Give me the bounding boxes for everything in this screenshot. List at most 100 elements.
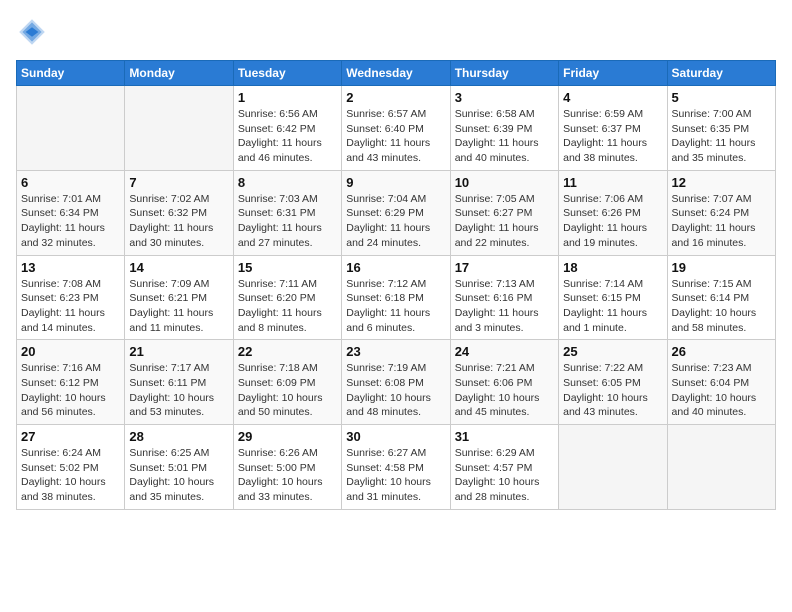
- calendar-cell: 24 Sunrise: 7:21 AMSunset: 6:06 PMDayligh…: [450, 340, 558, 425]
- day-info: Sunrise: 6:56 AMSunset: 6:42 PMDaylight:…: [238, 107, 337, 166]
- day-info: Sunrise: 7:14 AMSunset: 6:15 PMDaylight:…: [563, 277, 662, 336]
- day-number: 23: [346, 344, 445, 359]
- calendar-cell: 17 Sunrise: 7:13 AMSunset: 6:16 PMDayligh…: [450, 255, 558, 340]
- day-info: Sunrise: 6:25 AMSunset: 5:01 PMDaylight:…: [129, 446, 228, 505]
- calendar-cell: 8 Sunrise: 7:03 AMSunset: 6:31 PMDaylight…: [233, 170, 341, 255]
- day-number: 11: [563, 175, 662, 190]
- day-number: 18: [563, 260, 662, 275]
- calendar-cell: 3Sunrise: 6:58 AMSunset: 6:39 PMDaylight…: [450, 86, 558, 171]
- calendar-cell: 7 Sunrise: 7:02 AMSunset: 6:32 PMDaylight…: [125, 170, 233, 255]
- day-number: 1: [238, 90, 337, 105]
- day-number: 13: [21, 260, 120, 275]
- calendar-cell: 12 Sunrise: 7:07 AMSunset: 6:24 PMDayligh…: [667, 170, 775, 255]
- day-info: Sunrise: 7:13 AMSunset: 6:16 PMDaylight:…: [455, 277, 554, 336]
- calendar-week-row: 1 Sunrise: 6:56 AMSunset: 6:42 PMDaylight…: [17, 86, 776, 171]
- weekday-header: Wednesday: [342, 61, 450, 86]
- calendar-cell: 14 Sunrise: 7:09 AMSunset: 6:21 PMDayligh…: [125, 255, 233, 340]
- calendar-cell: 19 Sunrise: 7:15 AMSunset: 6:14 PMDayligh…: [667, 255, 775, 340]
- day-number: 12: [672, 175, 771, 190]
- calendar-cell: 31 Sunrise: 6:29 AMSunset: 4:57 PMDayligh…: [450, 425, 558, 510]
- day-info: Sunrise: 7:00 AMSunset: 6:35 PMDaylight:…: [672, 107, 771, 166]
- weekday-header: Saturday: [667, 61, 775, 86]
- calendar-cell: 30 Sunrise: 6:27 AMSunset: 4:58 PMDayligh…: [342, 425, 450, 510]
- day-number: 8: [238, 175, 337, 190]
- day-number: 17: [455, 260, 554, 275]
- day-info: Sunrise: 6:26 AMSunset: 5:00 PMDaylight:…: [238, 446, 337, 505]
- day-number: 27: [21, 429, 120, 444]
- day-info: Sunrise: 7:07 AMSunset: 6:24 PMDaylight:…: [672, 192, 771, 251]
- day-number: 6: [21, 175, 120, 190]
- weekday-header: Friday: [559, 61, 667, 86]
- calendar-cell: 22 Sunrise: 7:18 AMSunset: 6:09 PMDayligh…: [233, 340, 341, 425]
- calendar-cell: 26 Sunrise: 7:23 AMSunset: 6:04 PMDayligh…: [667, 340, 775, 425]
- calendar-cell: 1 Sunrise: 6:56 AMSunset: 6:42 PMDaylight…: [233, 86, 341, 171]
- calendar-cell: 18 Sunrise: 7:14 AMSunset: 6:15 PMDayligh…: [559, 255, 667, 340]
- calendar-cell: 20 Sunrise: 7:16 AMSunset: 6:12 PMDayligh…: [17, 340, 125, 425]
- weekday-header: Thursday: [450, 61, 558, 86]
- day-info: Sunrise: 7:06 AMSunset: 6:26 PMDaylight:…: [563, 192, 662, 251]
- calendar-cell: 15 Sunrise: 7:11 AMSunset: 6:20 PMDayligh…: [233, 255, 341, 340]
- day-number: 20: [21, 344, 120, 359]
- calendar-cell: 11 Sunrise: 7:06 AMSunset: 6:26 PMDayligh…: [559, 170, 667, 255]
- calendar-cell: 5Sunrise: 7:00 AMSunset: 6:35 PMDaylight…: [667, 86, 775, 171]
- day-info: Sunrise: 6:57 AMSunset: 6:40 PMDaylight:…: [346, 107, 445, 166]
- day-info: Sunrise: 7:16 AMSunset: 6:12 PMDaylight:…: [21, 361, 120, 420]
- day-info: Sunrise: 7:08 AMSunset: 6:23 PMDaylight:…: [21, 277, 120, 336]
- day-info: Sunrise: 7:03 AMSunset: 6:31 PMDaylight:…: [238, 192, 337, 251]
- day-info: Sunrise: 7:01 AMSunset: 6:34 PMDaylight:…: [21, 192, 120, 251]
- day-number: 10: [455, 175, 554, 190]
- day-number: 9: [346, 175, 445, 190]
- day-number: 16: [346, 260, 445, 275]
- calendar-week-row: 6 Sunrise: 7:01 AMSunset: 6:34 PMDaylight…: [17, 170, 776, 255]
- day-number: 30: [346, 429, 445, 444]
- day-info: Sunrise: 6:59 AMSunset: 6:37 PMDaylight:…: [563, 107, 662, 166]
- day-info: Sunrise: 7:11 AMSunset: 6:20 PMDaylight:…: [238, 277, 337, 336]
- day-number: 21: [129, 344, 228, 359]
- day-number: 28: [129, 429, 228, 444]
- day-number: 7: [129, 175, 228, 190]
- day-info: Sunrise: 7:02 AMSunset: 6:32 PMDaylight:…: [129, 192, 228, 251]
- day-number: 2: [346, 90, 445, 105]
- calendar-header-row: SundayMondayTuesdayWednesdayThursdayFrid…: [17, 61, 776, 86]
- calendar-cell: 13 Sunrise: 7:08 AMSunset: 6:23 PMDayligh…: [17, 255, 125, 340]
- day-number: 29: [238, 429, 337, 444]
- day-info: Sunrise: 6:27 AMSunset: 4:58 PMDaylight:…: [346, 446, 445, 505]
- day-number: 3: [455, 90, 554, 105]
- day-info: Sunrise: 7:05 AMSunset: 6:27 PMDaylight:…: [455, 192, 554, 251]
- day-info: Sunrise: 7:23 AMSunset: 6:04 PMDaylight:…: [672, 361, 771, 420]
- day-info: Sunrise: 6:29 AMSunset: 4:57 PMDaylight:…: [455, 446, 554, 505]
- calendar-week-row: 27Sunrise: 6:24 AMSunset: 5:02 PMDayligh…: [17, 425, 776, 510]
- day-number: 25: [563, 344, 662, 359]
- day-info: Sunrise: 7:04 AMSunset: 6:29 PMDaylight:…: [346, 192, 445, 251]
- day-info: Sunrise: 7:17 AMSunset: 6:11 PMDaylight:…: [129, 361, 228, 420]
- day-number: 14: [129, 260, 228, 275]
- day-info: Sunrise: 7:15 AMSunset: 6:14 PMDaylight:…: [672, 277, 771, 336]
- calendar-cell: 4Sunrise: 6:59 AMSunset: 6:37 PMDaylight…: [559, 86, 667, 171]
- calendar-cell: 21 Sunrise: 7:17 AMSunset: 6:11 PMDayligh…: [125, 340, 233, 425]
- calendar-week-row: 13 Sunrise: 7:08 AMSunset: 6:23 PMDayligh…: [17, 255, 776, 340]
- calendar-cell: 28 Sunrise: 6:25 AMSunset: 5:01 PMDayligh…: [125, 425, 233, 510]
- day-number: 22: [238, 344, 337, 359]
- day-number: 26: [672, 344, 771, 359]
- day-number: 15: [238, 260, 337, 275]
- logo-icon: [16, 16, 48, 48]
- page-header: [16, 16, 776, 48]
- calendar-cell: 10 Sunrise: 7:05 AMSunset: 6:27 PMDayligh…: [450, 170, 558, 255]
- day-info: Sunrise: 7:09 AMSunset: 6:21 PMDaylight:…: [129, 277, 228, 336]
- day-info: Sunrise: 7:19 AMSunset: 6:08 PMDaylight:…: [346, 361, 445, 420]
- calendar-cell: [667, 425, 775, 510]
- day-number: 19: [672, 260, 771, 275]
- calendar-cell: 16 Sunrise: 7:12 AMSunset: 6:18 PMDayligh…: [342, 255, 450, 340]
- calendar-cell: 29 Sunrise: 6:26 AMSunset: 5:00 PMDayligh…: [233, 425, 341, 510]
- calendar-cell: 27Sunrise: 6:24 AMSunset: 5:02 PMDayligh…: [17, 425, 125, 510]
- weekday-header: Monday: [125, 61, 233, 86]
- day-number: 24: [455, 344, 554, 359]
- calendar-cell: 25Sunrise: 7:22 AMSunset: 6:05 PMDayligh…: [559, 340, 667, 425]
- calendar-cell: [17, 86, 125, 171]
- weekday-header: Sunday: [17, 61, 125, 86]
- day-number: 31: [455, 429, 554, 444]
- calendar-week-row: 20 Sunrise: 7:16 AMSunset: 6:12 PMDayligh…: [17, 340, 776, 425]
- day-info: Sunrise: 7:12 AMSunset: 6:18 PMDaylight:…: [346, 277, 445, 336]
- day-info: Sunrise: 7:21 AMSunset: 6:06 PMDaylight:…: [455, 361, 554, 420]
- day-info: Sunrise: 7:18 AMSunset: 6:09 PMDaylight:…: [238, 361, 337, 420]
